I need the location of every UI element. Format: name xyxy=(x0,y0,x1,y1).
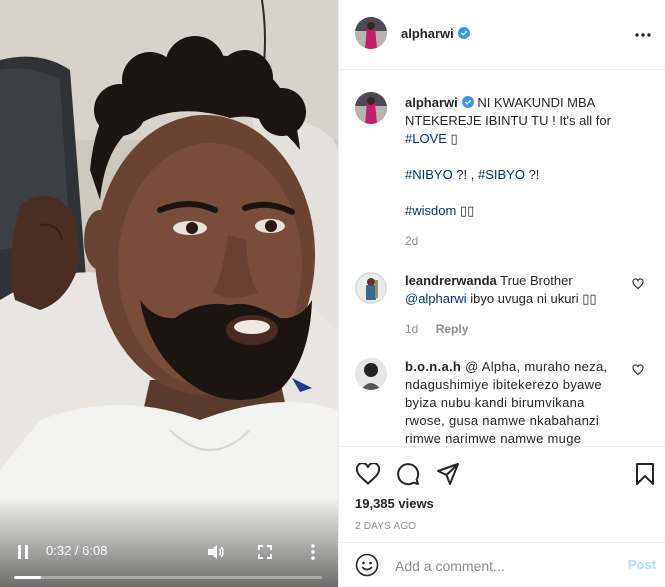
more-horizontal-icon[interactable] xyxy=(632,24,654,46)
comment-text-start: True Brother xyxy=(500,273,573,288)
comment-username[interactable]: leandrerwanda xyxy=(405,273,497,288)
caption-line-2: NTEKEREJE IBINTU TU ! It's all for xyxy=(405,113,611,128)
comment-meta: 1d Reply xyxy=(405,322,468,336)
comment-timestamp[interactable]: 1d xyxy=(405,322,418,336)
hashtag-nibyo[interactable]: #NIBYO xyxy=(405,167,453,182)
comment-mention[interactable]: @alpharwi xyxy=(405,291,467,306)
add-comment-bar: Post xyxy=(339,542,665,587)
caption-line-1: NI KWAKUNDI MBA xyxy=(477,95,596,110)
comment-input[interactable] xyxy=(395,555,615,577)
comment-text-end: ibyo uvuga ni ukuri ▯▯ xyxy=(470,291,597,306)
author-username-text: alpharwi xyxy=(401,26,454,41)
post-header: alpharwi xyxy=(339,0,665,70)
volume-icon[interactable] xyxy=(207,543,225,561)
video-progress-fill xyxy=(14,576,41,579)
caption-emoji: ▯ xyxy=(450,131,458,146)
more-vertical-icon[interactable] xyxy=(304,543,322,561)
video-player[interactable]: 0:32 / 6:08 xyxy=(0,0,338,587)
heart-icon[interactable] xyxy=(355,461,381,487)
avatar[interactable] xyxy=(355,358,387,390)
emoji-icon[interactable] xyxy=(355,553,379,577)
hashtag-wisdom[interactable]: #wisdom xyxy=(405,203,456,218)
comment-text: b.o.n.a.h @ Alpha, muraho neza, ndagushi… xyxy=(405,358,627,446)
heart-icon[interactable] xyxy=(632,364,644,376)
avatar[interactable] xyxy=(355,272,387,304)
comments-list[interactable]: alpharwi NI KWAKUNDI MBA NTEKEREJE IBINT… xyxy=(339,70,665,446)
time-readout: 0:32 / 6:08 xyxy=(46,543,108,558)
caption-separator: ?! xyxy=(524,167,540,182)
verified-badge-icon xyxy=(461,96,474,108)
post-comment-button[interactable]: Post xyxy=(628,557,656,572)
caption-timestamp[interactable]: 2d xyxy=(405,234,418,248)
comment-username[interactable]: b.o.n.a.h xyxy=(405,359,461,374)
comment-text: leandrerwanda True Brother @alpharwi iby… xyxy=(405,272,627,308)
author-username[interactable]: alpharwi xyxy=(401,26,470,41)
bookmark-icon[interactable] xyxy=(632,461,658,487)
reply-button[interactable]: Reply xyxy=(436,322,469,336)
pause-icon[interactable] xyxy=(14,543,32,561)
video-controls: 0:32 / 6:08 xyxy=(0,535,338,587)
share-icon[interactable] xyxy=(435,461,461,487)
heart-icon[interactable] xyxy=(632,278,644,290)
post-actions: 19,385 views 2 DAYS AGO xyxy=(339,446,665,542)
avatar[interactable] xyxy=(355,17,387,49)
caption-text: alpharwi NI KWAKUNDI MBA NTEKEREJE IBINT… xyxy=(405,94,651,220)
caption-emoji: ▯▯ xyxy=(459,203,475,218)
hashtag-love[interactable]: #LOVE xyxy=(405,131,447,146)
view-count[interactable]: 19,385 views xyxy=(355,496,434,511)
hashtag-sibyo[interactable]: #SIBYO xyxy=(478,167,525,182)
verified-badge-icon xyxy=(457,27,470,39)
post-side-panel: alpharwi alpharwi NI KWAKUNDI MBA NTEKER… xyxy=(338,0,665,587)
post-date[interactable]: 2 DAYS AGO xyxy=(355,521,416,532)
avatar[interactable] xyxy=(355,92,387,124)
comment-icon[interactable] xyxy=(395,461,421,487)
caption-username[interactable]: alpharwi xyxy=(405,95,458,110)
video-progress-bar[interactable] xyxy=(14,576,322,579)
caption-separator: ?! , xyxy=(452,167,478,182)
fullscreen-icon[interactable] xyxy=(256,543,274,561)
